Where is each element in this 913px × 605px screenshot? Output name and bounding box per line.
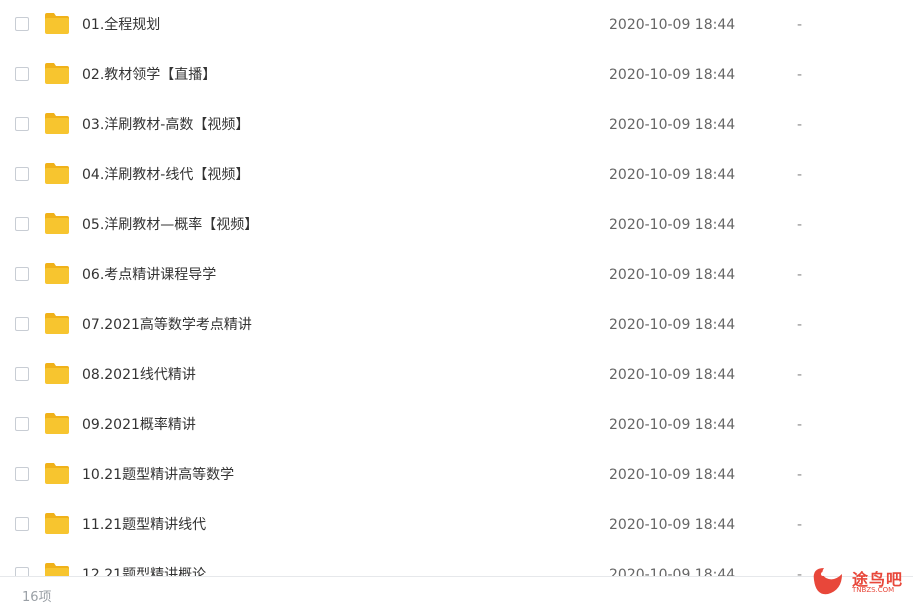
- bird-logo-icon: [813, 568, 842, 595]
- file-name[interactable]: 07.2021高等数学考点精讲: [82, 300, 252, 350]
- list-item[interactable]: 02.教材领学【直播】 2020-10-09 18:44 -: [0, 50, 913, 100]
- folder-icon: [44, 211, 70, 235]
- modified-date: 2020-10-09 18:44: [609, 267, 736, 283]
- file-name[interactable]: 03.洋刷教材-高数【视频】: [82, 100, 249, 150]
- folder-icon: [44, 111, 70, 135]
- folder-icon: [44, 561, 70, 576]
- file-name[interactable]: 12.21题型精讲概论: [82, 550, 206, 576]
- list-item[interactable]: 08.2021线代精讲 2020-10-09 18:44 -: [0, 350, 913, 400]
- file-name[interactable]: 02.教材领学【直播】: [82, 50, 216, 100]
- row-checkbox[interactable]: [15, 67, 29, 81]
- modified-date: 2020-10-09 18:44: [609, 117, 736, 133]
- list-item[interactable]: 05.洋刷教材—概率【视频】 2020-10-09 18:44 -: [0, 200, 913, 250]
- file-size: -: [797, 467, 803, 483]
- watermark-subtext: TNBZS.COM: [852, 586, 895, 594]
- file-list: 01.全程规划 2020-10-09 18:44 - 02.教材领学【直播】 2…: [0, 0, 913, 576]
- modified-date: 2020-10-09 18:44: [609, 217, 736, 233]
- file-name[interactable]: 06.考点精讲课程导学: [82, 250, 216, 300]
- file-size: -: [797, 167, 803, 183]
- file-size: -: [797, 417, 803, 433]
- file-size: -: [797, 567, 803, 576]
- list-item[interactable]: 01.全程规划 2020-10-09 18:44 -: [0, 0, 913, 50]
- modified-date: 2020-10-09 18:44: [609, 67, 736, 83]
- modified-date: 2020-10-09 18:44: [609, 167, 736, 183]
- modified-date: 2020-10-09 18:44: [609, 417, 736, 433]
- file-size: -: [797, 317, 803, 333]
- file-size: -: [797, 367, 803, 383]
- row-checkbox[interactable]: [15, 317, 29, 331]
- list-item[interactable]: 04.洋刷教材-线代【视频】 2020-10-09 18:44 -: [0, 150, 913, 200]
- list-item[interactable]: 12.21题型精讲概论 2020-10-09 18:44 -: [0, 550, 913, 576]
- row-checkbox[interactable]: [15, 417, 29, 431]
- watermark-logo: 途鸟吧 TNBZS.COM: [808, 562, 908, 600]
- modified-date: 2020-10-09 18:44: [609, 317, 736, 333]
- folder-icon: [44, 461, 70, 485]
- folder-icon: [44, 511, 70, 535]
- row-checkbox[interactable]: [15, 217, 29, 231]
- file-size: -: [797, 17, 803, 33]
- row-checkbox[interactable]: [15, 367, 29, 381]
- row-checkbox[interactable]: [15, 467, 29, 481]
- folder-icon: [44, 161, 70, 185]
- file-size: -: [797, 267, 803, 283]
- file-name[interactable]: 10.21题型精讲高等数学: [82, 450, 234, 500]
- list-item[interactable]: 10.21题型精讲高等数学 2020-10-09 18:44 -: [0, 450, 913, 500]
- file-name[interactable]: 08.2021线代精讲: [82, 350, 196, 400]
- list-item[interactable]: 03.洋刷教材-高数【视频】 2020-10-09 18:44 -: [0, 100, 913, 150]
- row-checkbox[interactable]: [15, 567, 29, 576]
- folder-icon: [44, 361, 70, 385]
- file-size: -: [797, 117, 803, 133]
- file-name[interactable]: 01.全程规划: [82, 0, 160, 50]
- list-item[interactable]: 06.考点精讲课程导学 2020-10-09 18:44 -: [0, 250, 913, 300]
- modified-date: 2020-10-09 18:44: [609, 517, 736, 533]
- status-bar: 16项: [0, 576, 913, 605]
- file-name[interactable]: 05.洋刷教材—概率【视频】: [82, 200, 258, 250]
- folder-icon: [44, 261, 70, 285]
- row-checkbox[interactable]: [15, 117, 29, 131]
- file-name[interactable]: 04.洋刷教材-线代【视频】: [82, 150, 249, 200]
- file-name[interactable]: 09.2021概率精讲: [82, 400, 196, 450]
- file-size: -: [797, 67, 803, 83]
- folder-icon: [44, 61, 70, 85]
- modified-date: 2020-10-09 18:44: [609, 367, 736, 383]
- list-item[interactable]: 07.2021高等数学考点精讲 2020-10-09 18:44 -: [0, 300, 913, 350]
- folder-icon: [44, 11, 70, 35]
- row-checkbox[interactable]: [15, 167, 29, 181]
- folder-icon: [44, 311, 70, 335]
- item-count: 16项: [22, 590, 52, 605]
- folder-icon: [44, 411, 70, 435]
- list-item[interactable]: 11.21题型精讲线代 2020-10-09 18:44 -: [0, 500, 913, 550]
- modified-date: 2020-10-09 18:44: [609, 467, 736, 483]
- modified-date: 2020-10-09 18:44: [609, 17, 736, 33]
- row-checkbox[interactable]: [15, 17, 29, 31]
- list-item[interactable]: 09.2021概率精讲 2020-10-09 18:44 -: [0, 400, 913, 450]
- file-name[interactable]: 11.21题型精讲线代: [82, 500, 206, 550]
- file-size: -: [797, 217, 803, 233]
- row-checkbox[interactable]: [15, 517, 29, 531]
- file-size: -: [797, 517, 803, 533]
- modified-date: 2020-10-09 18:44: [609, 567, 736, 576]
- row-checkbox[interactable]: [15, 267, 29, 281]
